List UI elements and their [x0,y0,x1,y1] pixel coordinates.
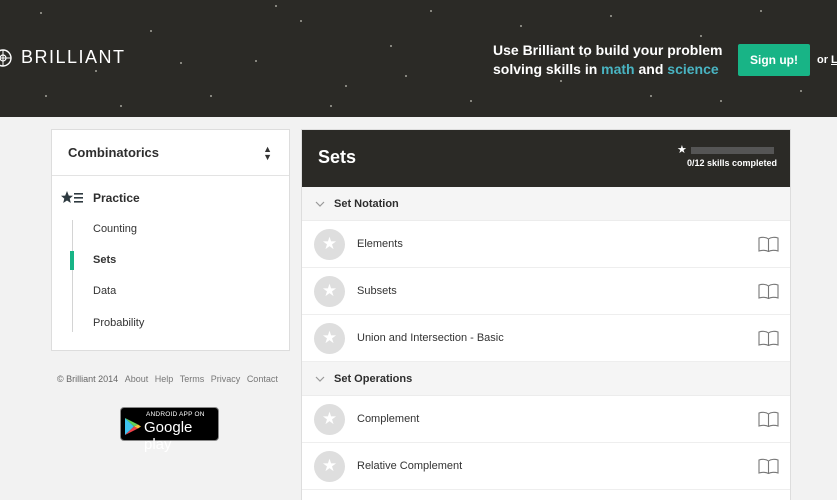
star-dot [255,60,257,62]
topic-sidebar: Combinatorics ▲ ▼ Practice Counting Sets … [51,129,290,351]
skill-name: Subsets [357,285,397,297]
footer-link-about[interactable]: About [125,374,149,384]
skills-panel: Sets ★ 0/12 skills completed Set Notatio… [301,129,791,500]
footer-link-help[interactable]: Help [155,374,174,384]
footer-link-privacy[interactable]: Privacy [211,374,241,384]
star-dot [405,75,407,77]
star-dot [720,100,722,102]
promo-line-2: solving skills in math and science [493,60,722,79]
sidebar-item-data[interactable]: Data [93,285,116,297]
book-icon[interactable] [758,236,779,252]
promo-line-2-prefix: solving skills in [493,61,598,77]
star-dot [45,95,47,97]
skill-star-icon: ★ [314,450,345,482]
star-dot [150,30,152,32]
star-dot [210,95,212,97]
sidebar-item-probability[interactable]: Probability [93,317,144,329]
skill-name: Relative Complement [357,460,463,472]
star-dot [95,70,97,72]
copyright: © Brilliant 2014 [57,374,119,384]
footer-link-contact[interactable]: Contact [247,374,278,384]
footer-link-terms[interactable]: Terms [180,374,205,384]
star-dot [430,10,432,12]
section-header-set-operations[interactable]: Set Operations [302,362,790,396]
login-link[interactable]: L [831,54,837,66]
skill-row[interactable]: ★ Union and Intersection - Basic [302,315,790,362]
skill-row[interactable]: ★ Elements [302,221,790,268]
star-dot [560,80,562,82]
math-link[interactable]: math [601,61,634,77]
chevron-down-icon [315,201,325,207]
star-dot [760,10,762,12]
section-label: Set Notation [334,197,399,210]
star-list-icon [61,191,83,203]
play-store-icon [125,418,141,435]
badge-small-text: ANDROID APP ON [146,411,205,418]
skill-star-icon: ★ [314,403,345,435]
google-play-badge[interactable]: ANDROID APP ON Google play [120,407,219,453]
section-label: Set Operations [334,372,413,385]
practice-label: Practice [93,191,140,205]
site-footer: © Brilliant 2014 About Help Terms Privac… [57,374,278,384]
sidebar-item-sets[interactable]: Sets [93,254,116,266]
star-dot [610,15,612,17]
science-link[interactable]: science [667,61,718,77]
star-dot [700,35,702,37]
skill-name: Union and Intersection - Basic [357,332,504,344]
book-icon[interactable] [758,411,779,427]
progress-bar [691,147,774,154]
star-dot [40,12,42,14]
star-dot [800,90,802,92]
nav-tree-line [72,220,73,332]
star-dot [300,20,302,22]
skill-star-icon: ★ [314,228,345,260]
star-dot [330,105,332,107]
topic-title: Combinatorics [68,145,160,160]
chevron-down-icon [315,376,325,382]
skill-row[interactable]: ★ Complement [302,396,790,443]
progress-text: 0/12 skills completed [687,158,778,168]
skill-row[interactable]: ★ Subsets [302,268,790,315]
promo-and: and [638,61,664,77]
or-label: or [817,54,828,66]
promo-line-1: Use Brilliant to build your problem [493,42,723,58]
practice-heading[interactable]: Practice [61,191,140,205]
skill-name: Elements [357,238,403,250]
active-nav-indicator [70,251,74,270]
star-dot [275,5,277,7]
badge-big-text: Google play [144,419,193,453]
site-header: BRILLIANT Use Brilliant to build your pr… [0,0,837,117]
brand-name: BRILLIANT [21,47,126,67]
star-dot [345,85,347,87]
progress-star-icon: ★ [677,144,687,156]
signup-button[interactable]: Sign up! [738,44,810,76]
skill-star-icon: ★ [314,322,345,354]
brilliant-logo[interactable]: BRILLIANT [0,47,126,68]
brilliant-logo-icon [0,48,12,67]
star-dot [390,45,392,47]
star-dot [520,25,522,27]
skill-star-icon: ★ [314,275,345,307]
topic-selector[interactable]: Combinatorics ▲ ▼ [52,130,289,176]
panel-header: Sets ★ 0/12 skills completed [302,130,790,187]
book-icon[interactable] [758,330,779,346]
sidebar-item-counting[interactable]: Counting [93,223,137,235]
book-icon[interactable] [758,458,779,474]
sort-arrows-icon[interactable]: ▲ ▼ [263,145,272,162]
star-dot [120,105,122,107]
skill-row[interactable]: ★ Relative Complement [302,443,790,490]
star-dot [180,62,182,64]
promo-text: Use Brilliant to build your problem solv… [493,41,722,79]
page-title: Sets [318,147,357,167]
section-header-set-notation[interactable]: Set Notation [302,187,790,221]
book-icon[interactable] [758,283,779,299]
star-dot [650,95,652,97]
star-dot [470,100,472,102]
skill-name: Complement [357,413,420,425]
